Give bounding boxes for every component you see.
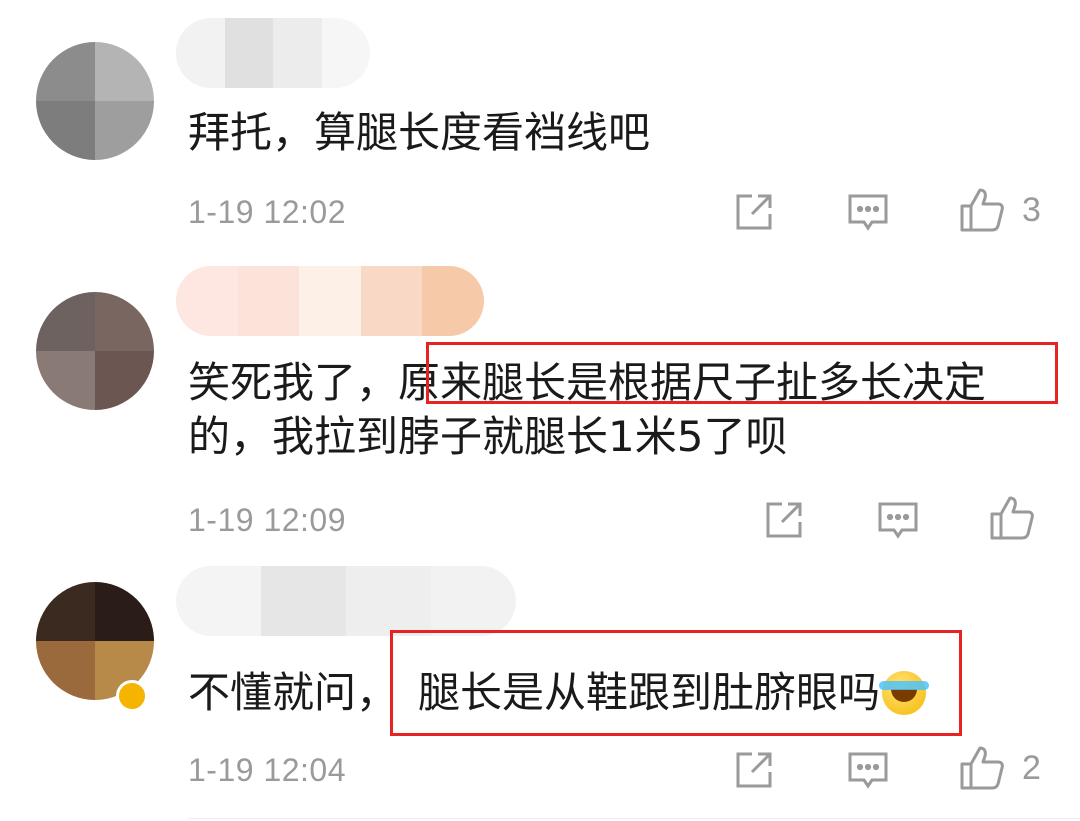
avatar-pixel	[36, 101, 95, 160]
avatar-pixel	[95, 582, 154, 641]
username-blurred[interactable]	[176, 566, 516, 636]
comment-text: 笑死我了，原来腿长是根据尺子扯多长决定 的，我拉到脖子就腿长1米5了呗	[188, 356, 1058, 464]
laughing-crying-emoji-icon	[879, 671, 930, 715]
avatar-pixel	[36, 582, 95, 641]
like-button[interactable]: 2	[958, 744, 1041, 792]
reply-button[interactable]	[876, 498, 920, 542]
comment-text-highlighted: 原来腿长是根据尺子扯多长决定	[398, 358, 987, 407]
avatar-pixel	[36, 641, 95, 700]
avatar-pixel	[95, 42, 154, 101]
share-button[interactable]	[762, 498, 806, 542]
share-icon	[736, 194, 772, 230]
comment-text: 拜托，算腿长度看裆线吧	[188, 106, 1058, 160]
comment-text-plain: 笑死我了，	[188, 358, 399, 407]
avatar-pixel	[95, 292, 154, 351]
avatar[interactable]	[36, 292, 154, 410]
comment-icon	[848, 752, 888, 789]
comment-text: 不懂就问， 腿长是从鞋跟到肚脐眼吗	[188, 666, 1058, 720]
avatar-pixel	[36, 292, 95, 351]
thumbs-up-icon	[960, 746, 1004, 790]
thumbs-up-icon	[990, 496, 1034, 540]
comment-timestamp: 1-19 12:09	[188, 502, 347, 538]
reply-button[interactable]	[846, 190, 890, 234]
comment-text-content: 拜托，算腿长度看裆线吧	[188, 108, 651, 157]
avatar-pixel	[36, 42, 95, 101]
avatar[interactable]	[36, 42, 154, 160]
thumbs-up-icon	[960, 188, 1004, 232]
share-icon	[736, 752, 772, 788]
like-count: 3	[1022, 190, 1041, 229]
reply-button[interactable]	[846, 748, 890, 792]
comment-timestamp: 1-19 12:04	[188, 752, 347, 788]
like-button[interactable]	[988, 494, 1036, 542]
comment-text-line2: 的，我拉到脖子就腿长1米5了呗	[188, 412, 788, 461]
comment-text-highlighted: 腿长是从鞋跟到肚脐眼吗	[418, 668, 881, 717]
comment-text-plain: 不懂就问，	[188, 668, 399, 717]
verified-badge-icon	[116, 680, 148, 712]
comment-icon	[878, 502, 918, 539]
avatar-pixel	[95, 101, 154, 160]
username-blurred[interactable]	[176, 266, 484, 336]
share-button[interactable]	[732, 190, 776, 234]
like-count: 2	[1022, 748, 1041, 787]
comment-timestamp: 1-19 12:02	[188, 194, 347, 230]
username-blurred[interactable]	[176, 18, 370, 88]
avatar-pixel	[36, 351, 95, 410]
divider	[188, 818, 1080, 819]
share-button[interactable]	[732, 748, 776, 792]
avatar-pixel	[95, 351, 154, 410]
like-button[interactable]: 3	[958, 186, 1041, 234]
comment-icon	[848, 194, 888, 231]
share-icon	[766, 502, 802, 538]
